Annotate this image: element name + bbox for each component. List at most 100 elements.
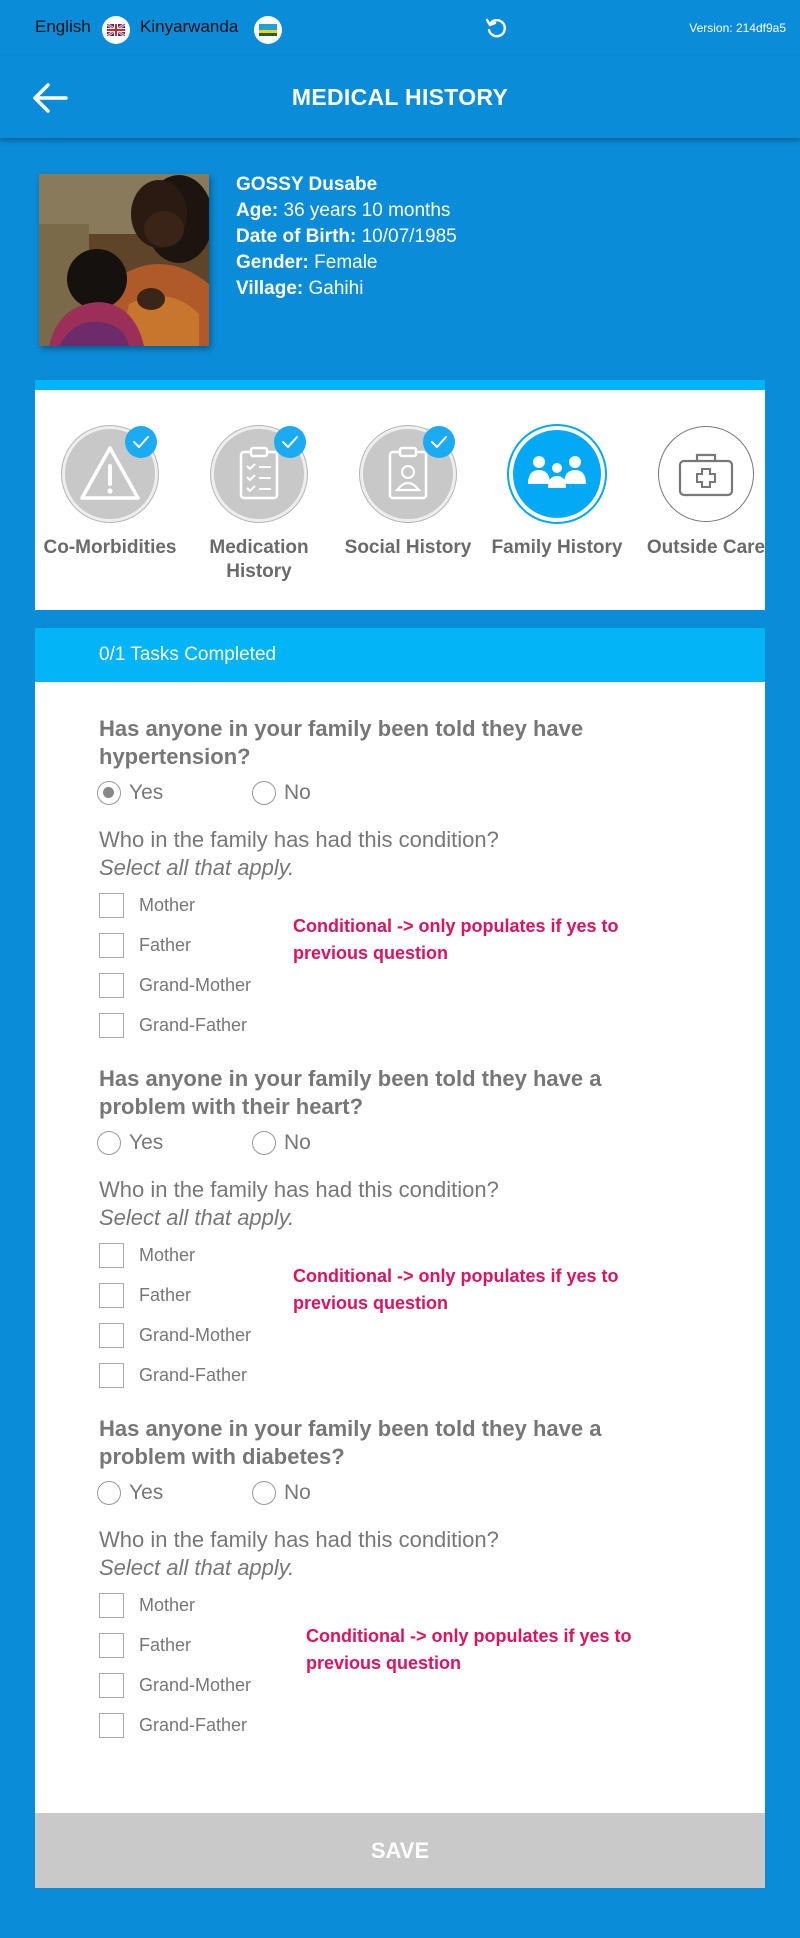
checkbox-grand-mother[interactable]: Grand-Mother — [99, 972, 251, 998]
checkbox-label: Mother — [139, 1594, 196, 1615]
radio-yes[interactable]: Yes — [97, 781, 163, 805]
checkbox-label: Mother — [139, 1244, 196, 1265]
prompt-hint: Select all that apply. — [99, 1555, 295, 1580]
village-label: Village: — [236, 278, 304, 299]
tab-label: Outside Care — [646, 537, 765, 558]
radio-label: Yes — [129, 1481, 164, 1504]
page-title: MEDICAL HISTORY — [291, 84, 509, 110]
family-icon — [509, 426, 605, 522]
gender-label: Gender: — [236, 252, 309, 273]
save-button[interactable]: SAVE — [35, 1813, 765, 1888]
radio-yes[interactable]: Yes — [97, 1481, 163, 1505]
tasks-completed-bar: 0/1 Tasks Completed — [35, 628, 765, 682]
prompt-text: Who in the family has had this condition… — [99, 1177, 499, 1202]
checkbox-mother[interactable]: Mother — [99, 892, 195, 918]
checkbox-grand-mother[interactable]: Grand-Mother — [99, 1322, 251, 1348]
checkbox-icon — [99, 932, 124, 958]
checkbox-icon — [99, 972, 124, 998]
checkbox-mother[interactable]: Mother — [99, 1242, 195, 1268]
prompt-text: Who in the family has had this condition… — [99, 827, 499, 852]
tab-label: Family History — [491, 537, 623, 558]
checkbox-label: Grand-Father — [139, 1014, 248, 1035]
checkbox-icon — [99, 892, 124, 918]
history-tabs: Co-Morbidities Medication History Social… — [35, 380, 765, 610]
patient-name: GOSSY Dusabe — [236, 174, 378, 195]
check-icon — [274, 426, 306, 458]
checkbox-grand-father[interactable]: Grand-Father — [99, 1712, 247, 1738]
family-member-prompt: Who in the family has had this condition… — [99, 1176, 499, 1232]
check-icon — [423, 426, 455, 458]
language-english[interactable]: English — [35, 17, 91, 37]
checkbox-label: Father — [139, 1634, 192, 1655]
checkbox-label: Father — [139, 934, 192, 955]
app-header: MEDICAL HISTORY — [0, 56, 800, 138]
checkbox-grand-father[interactable]: Grand-Father — [99, 1012, 247, 1038]
version-label: Version: 214df9a5 — [689, 21, 786, 35]
checkbox-father[interactable]: Father — [99, 1632, 191, 1658]
medical-kit-icon — [658, 426, 754, 522]
checkbox-label: Father — [139, 1284, 192, 1305]
checkbox-label: Grand-Mother — [139, 1674, 252, 1695]
tab-label: Co-Morbidities — [43, 537, 177, 558]
rwanda-flag-icon[interactable] — [254, 16, 282, 44]
patient-photo — [39, 174, 209, 346]
age-value: 36 years 10 months — [283, 200, 451, 221]
checkbox-icon — [99, 1592, 124, 1618]
tab-label: Social History — [344, 537, 472, 558]
top-bar: English Kinyarwanda Version: 214df9a5 — [0, 0, 800, 56]
conditional-note: Conditional -> only populates if yes to … — [306, 1626, 632, 1673]
radio-label: Yes — [129, 1131, 164, 1154]
radio-icon — [252, 1131, 276, 1155]
checkbox-label: Grand-Father — [139, 1714, 248, 1735]
radio-label: No — [284, 781, 311, 804]
checkbox-icon — [99, 1362, 124, 1388]
radio-icon — [97, 1131, 121, 1155]
radio-selected-icon — [97, 781, 121, 805]
form-panel: 0/1 Tasks Completed Has anyone in your f… — [35, 628, 765, 1888]
checkbox-icon — [99, 1672, 124, 1698]
prompt-hint: Select all that apply. — [99, 855, 295, 880]
checkbox-label: Grand-Father — [139, 1364, 248, 1385]
conditional-note: Conditional -> only populates if yes to … — [293, 916, 619, 963]
radio-label: No — [284, 1481, 311, 1504]
checkbox-grand-father[interactable]: Grand-Father — [99, 1362, 247, 1388]
checkbox-icon — [99, 1322, 124, 1348]
conditional-note: Conditional -> only populates if yes to … — [293, 1266, 619, 1313]
radio-icon — [252, 781, 276, 805]
checkbox-mother[interactable]: Mother — [99, 1592, 195, 1618]
checkbox-icon — [99, 1242, 124, 1268]
gender-value: Female — [314, 252, 378, 273]
radio-yes[interactable]: Yes — [97, 1131, 163, 1155]
age-label: Age: — [236, 200, 279, 221]
radio-no[interactable]: No — [252, 1481, 311, 1505]
checkbox-icon — [99, 1632, 124, 1658]
language-kinyarwanda[interactable]: Kinyarwanda — [140, 17, 238, 37]
checkbox-icon — [99, 1282, 124, 1308]
prompt-hint: Select all that apply. — [99, 1205, 295, 1230]
dob-label: Date of Birth: — [236, 226, 357, 247]
checkbox-icon — [99, 1012, 124, 1038]
prompt-text: Who in the family has had this condition… — [99, 1527, 499, 1552]
radio-icon — [252, 1481, 276, 1505]
question-heart: Has anyone in your family been told they… — [99, 1066, 602, 1119]
checkbox-grand-mother[interactable]: Grand-Mother — [99, 1672, 251, 1698]
checkbox-label: Grand-Mother — [139, 974, 252, 995]
radio-label: Yes — [129, 781, 164, 804]
family-member-prompt: Who in the family has had this condition… — [99, 826, 499, 882]
checkbox-icon — [99, 1712, 124, 1738]
uk-flag-icon[interactable] — [102, 16, 130, 44]
tab-label: Medication History — [209, 537, 309, 582]
question-hypertension: Has anyone in your family been told they… — [99, 716, 584, 769]
check-icon — [125, 426, 157, 458]
radio-no[interactable]: No — [252, 781, 311, 805]
patient-info: GOSSY Dusabe Age: 36 years 10 months Dat… — [236, 172, 457, 302]
radio-icon — [97, 1481, 121, 1505]
checkbox-label: Grand-Mother — [139, 1324, 252, 1345]
checkbox-father[interactable]: Father — [99, 932, 191, 958]
checkbox-father[interactable]: Father — [99, 1282, 191, 1308]
checkbox-label: Mother — [139, 894, 196, 915]
radio-label: No — [284, 1131, 311, 1154]
refresh-icon[interactable] — [484, 16, 508, 40]
question-diabetes: Has anyone in your family been told they… — [99, 1416, 602, 1469]
radio-no[interactable]: No — [252, 1131, 311, 1155]
